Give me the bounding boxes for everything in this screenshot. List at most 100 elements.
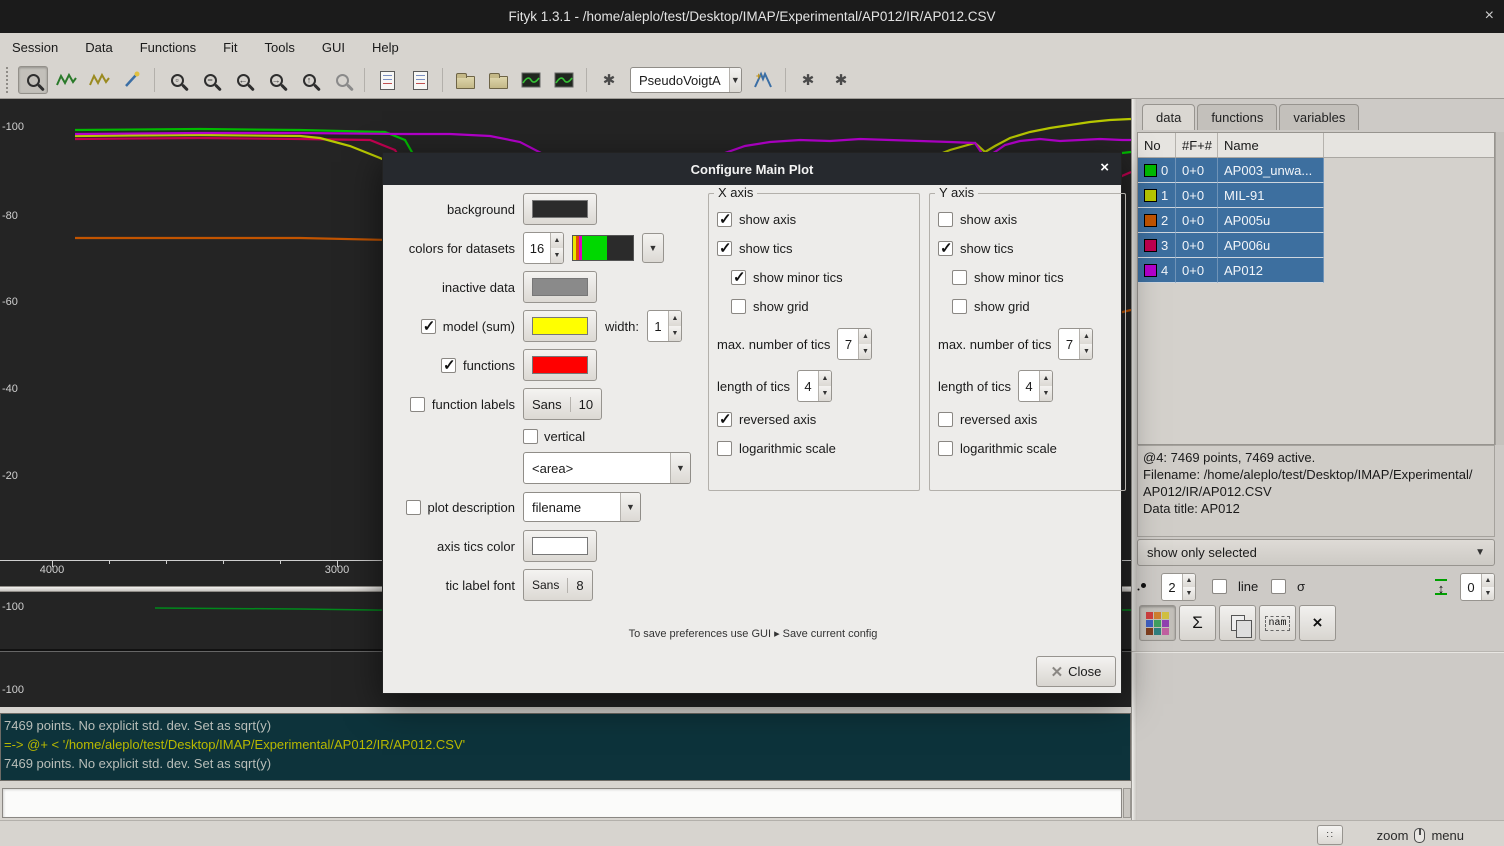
add-function-button[interactable]: + <box>748 66 778 94</box>
command-input[interactable] <box>2 788 1122 818</box>
y-axis-max-number-of-tics-spinner[interactable]: 7▲▼ <box>1058 328 1093 360</box>
dataset-colors-preview[interactable] <box>572 235 634 261</box>
auto-add-peak-button[interactable]: ✱ <box>594 66 624 94</box>
edit-script-button[interactable] <box>372 66 402 94</box>
tab-variables[interactable]: variables <box>1279 104 1359 130</box>
model-width-spinner[interactable]: 1 ▲▼ <box>647 310 682 342</box>
tic-label-font-button[interactable]: Sans 8 <box>523 569 593 601</box>
inactive-data-color-button[interactable] <box>523 271 597 303</box>
function-labels-checkbox[interactable] <box>410 397 425 412</box>
functions-color-button[interactable] <box>523 349 597 381</box>
menu-item-data[interactable]: Data <box>85 40 112 55</box>
menu-item-session[interactable]: Session <box>12 40 58 55</box>
x-axis-show-axis-checkbox[interactable] <box>717 212 732 227</box>
x-axis-show-grid-checkbox[interactable] <box>731 299 746 314</box>
function-labels-font-button[interactable]: Sans 10 <box>523 388 602 420</box>
tab-data[interactable]: data <box>1142 104 1195 130</box>
table-row[interactable]: 40+0AP012 <box>1138 258 1494 283</box>
axis-tics-color-button[interactable] <box>523 530 597 562</box>
dataset-color-swatch[interactable] <box>1144 189 1157 202</box>
y-axis-show-minor-tics-checkbox[interactable] <box>952 270 967 285</box>
y-axis-length-of-tics-spinner[interactable]: 4▲▼ <box>1018 370 1053 402</box>
copy-dataset-button[interactable] <box>1219 605 1256 641</box>
sigma-checkbox[interactable] <box>1271 579 1286 594</box>
sum-datasets-button[interactable]: Σ <box>1179 605 1216 641</box>
spin-down-icon[interactable]: ▼ <box>1080 344 1092 359</box>
table-row[interactable]: 30+0AP006u <box>1138 233 1494 258</box>
functions-checkbox[interactable] <box>441 358 456 373</box>
delete-dataset-button[interactable]: × <box>1299 605 1336 641</box>
plot-description-select[interactable]: filename ▼ <box>523 492 641 522</box>
plot-description-checkbox[interactable] <box>406 500 421 515</box>
y-axis-show-tics-checkbox[interactable] <box>938 241 953 256</box>
x-axis-length-of-tics-spinner[interactable]: 4▲▼ <box>797 370 832 402</box>
menu-item-help[interactable]: Help <box>372 40 399 55</box>
line-checkbox[interactable] <box>1212 579 1227 594</box>
y-axis-logarithmic-scale-checkbox[interactable] <box>938 441 953 456</box>
dataset-colors-dropdown-button[interactable]: ▼ <box>642 233 664 263</box>
x-axis-show-tics-checkbox[interactable] <box>717 241 732 256</box>
activate-function-mode-button[interactable] <box>117 66 147 94</box>
rename-dataset-button[interactable]: nam <box>1259 605 1296 641</box>
spin-up-icon[interactable]: ▲ <box>1040 371 1052 386</box>
spin-down-icon[interactable]: ▼ <box>1040 386 1052 401</box>
point-size-spinner[interactable]: 2 ▲▼ <box>1161 573 1196 601</box>
menu-item-fit[interactable]: Fit <box>223 40 237 55</box>
dataset-colors-button[interactable] <box>1139 605 1176 641</box>
menu-item-gui[interactable]: GUI <box>322 40 345 55</box>
zoom-all-button[interactable]: ▫ <box>162 66 192 94</box>
dataset-color-swatch[interactable] <box>1144 214 1157 227</box>
previous-zoom-button[interactable] <box>327 66 357 94</box>
x-axis-max-number-of-tics-spinner[interactable]: 7▲▼ <box>837 328 872 360</box>
load-file-custom-button[interactable] <box>483 66 513 94</box>
fit-continue-button[interactable]: ✱ <box>826 66 856 94</box>
configure-plot-button[interactable] <box>549 66 579 94</box>
y-axis-show-axis-checkbox[interactable] <box>938 212 953 227</box>
session-log-button[interactable] <box>405 66 435 94</box>
window-close-icon[interactable]: × <box>1485 7 1494 25</box>
fit-run-button[interactable]: ✱ <box>793 66 823 94</box>
show-filter-select[interactable]: show only selected ▼ <box>1137 539 1495 566</box>
load-file-button[interactable] <box>450 66 480 94</box>
table-scrollbar[interactable] <box>1495 132 1504 445</box>
dialog-title-bar[interactable]: Configure Main Plot × <box>383 153 1121 185</box>
function-type-select[interactable]: PseudoVoigtA▼ <box>630 67 742 93</box>
label-format-select[interactable]: <area> ▼ <box>523 452 691 484</box>
dataset-color-swatch[interactable] <box>1144 164 1157 177</box>
mouse-config-button[interactable]: ∷ <box>1317 825 1343 845</box>
zoom-left-button[interactable]: ← <box>228 66 258 94</box>
spin-down-icon[interactable]: ▼ <box>819 386 831 401</box>
table-row[interactable]: 00+0AP003_unwa... <box>1138 158 1494 183</box>
close-button[interactable]: ✕ Close <box>1036 656 1116 687</box>
table-row[interactable]: 10+0MIL-91 <box>1138 183 1494 208</box>
spin-up-icon[interactable]: ▲ <box>859 329 871 344</box>
zoom-vertically-button[interactable]: − <box>195 66 225 94</box>
menu-item-functions[interactable]: Functions <box>140 40 196 55</box>
model-sum-checkbox[interactable] <box>421 319 436 334</box>
menu-item-tools[interactable]: Tools <box>265 40 295 55</box>
dataset-color-swatch[interactable] <box>1144 239 1157 252</box>
tab-functions[interactable]: functions <box>1197 104 1277 130</box>
spin-up-icon[interactable]: ▲ <box>1080 329 1092 344</box>
data-range-mode-button[interactable] <box>51 66 81 94</box>
save-image-button[interactable] <box>516 66 546 94</box>
dataset-colors-count-spinner[interactable]: 16 ▲▼ <box>523 232 564 264</box>
zoom-right-button[interactable]: → <box>261 66 291 94</box>
zoom-mode-button[interactable] <box>18 66 48 94</box>
x-axis-logarithmic-scale-checkbox[interactable] <box>717 441 732 456</box>
spin-up-icon[interactable]: ▲ <box>819 371 831 386</box>
y-shift-spinner[interactable]: 0 ▲▼ <box>1460 573 1495 601</box>
model-color-button[interactable] <box>523 310 597 342</box>
dataset-color-swatch[interactable] <box>1144 264 1157 277</box>
add-peak-mode-button[interactable] <box>84 66 114 94</box>
spin-down-icon[interactable]: ▼ <box>859 344 871 359</box>
vertical-checkbox[interactable] <box>523 429 538 444</box>
toolbar-grip[interactable] <box>6 67 12 93</box>
y-axis-reversed-axis-checkbox[interactable] <box>938 412 953 427</box>
dialog-close-icon[interactable]: × <box>1100 159 1109 176</box>
zoom-up-button[interactable]: ↑ <box>294 66 324 94</box>
table-row[interactable]: 20+0AP005u <box>1138 208 1494 233</box>
y-axis-show-grid-checkbox[interactable] <box>952 299 967 314</box>
x-axis-show-minor-tics-checkbox[interactable] <box>731 270 746 285</box>
x-axis-reversed-axis-checkbox[interactable] <box>717 412 732 427</box>
